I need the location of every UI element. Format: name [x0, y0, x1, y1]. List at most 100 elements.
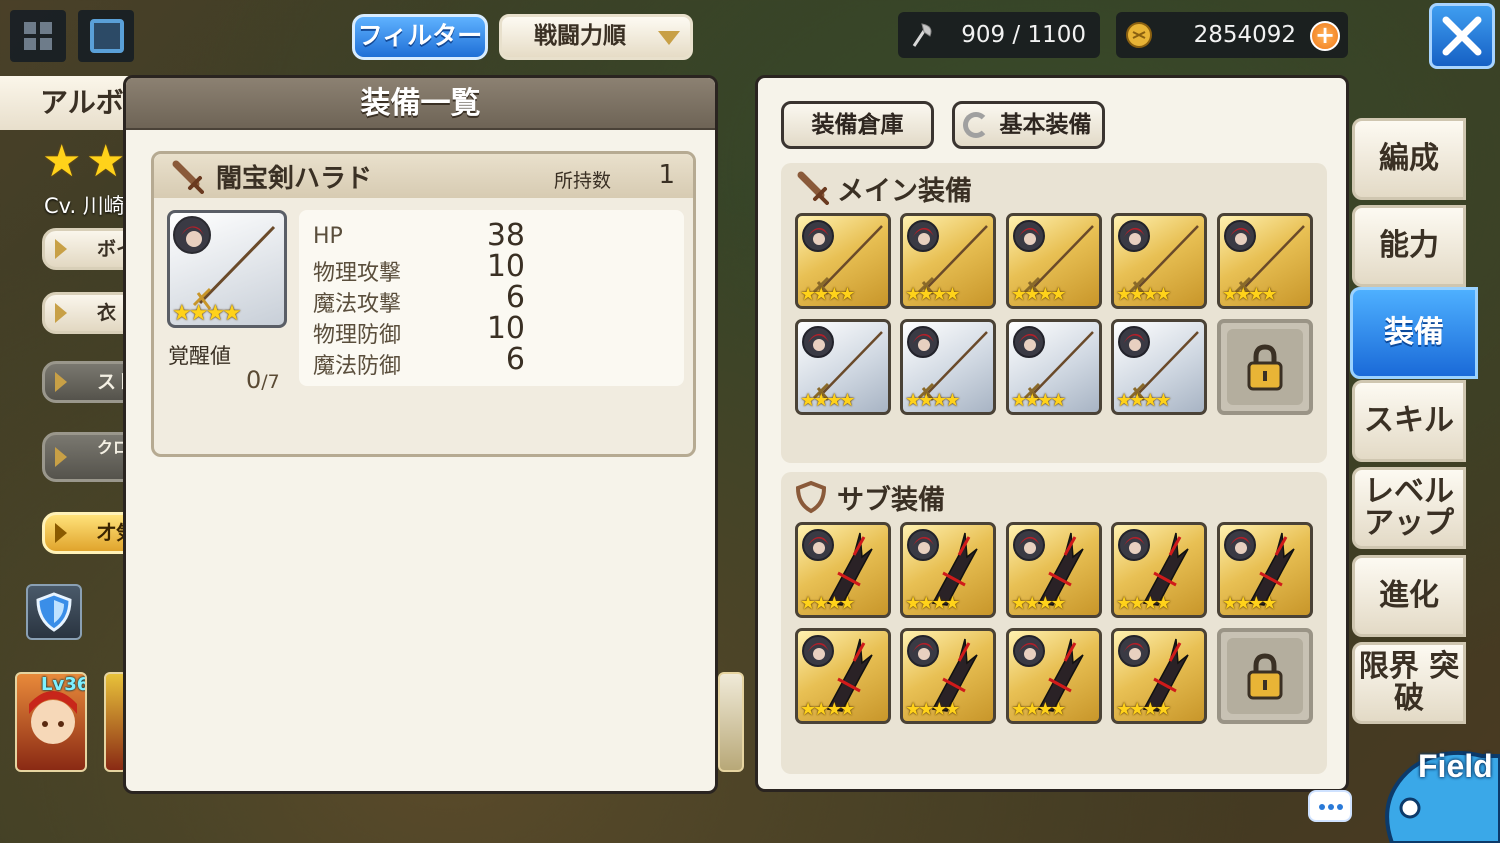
equipment-slot[interactable]: ★★★★ [1111, 319, 1207, 415]
equipment-slot[interactable]: ★★★★ [1006, 319, 1102, 415]
equipment-slots-panel: 装備倉庫 基本装備 メイン装備 ★★★★ ★★★★ ★★★★ ★★★★ ★★★★ ★★★★… [755, 75, 1349, 792]
tab-evolution[interactable]: 進化 [1352, 555, 1466, 637]
rarity-stars: ★★★★ [1222, 284, 1278, 305]
rarity-stars: ★★★★ [800, 593, 856, 614]
sort-dropdown[interactable]: 戦闘力順 [499, 14, 693, 60]
locked-slot[interactable] [1217, 628, 1313, 724]
character-portrait[interactable]: Lv36 [15, 672, 87, 772]
lock-icon [1247, 653, 1283, 700]
tab-skill[interactable]: スキル [1352, 380, 1466, 462]
character-name: アルボ [0, 76, 140, 130]
rarity-stars: ★★★★ [1116, 699, 1172, 720]
shield-icon [36, 592, 72, 632]
equipment-slot[interactable]: ★★★★ [1217, 522, 1313, 618]
rarity-star-icon: ★ [42, 136, 82, 187]
equipment-slot[interactable]: ★★★★ [1006, 628, 1102, 724]
main-equipment-title: メイン装備 [837, 176, 972, 207]
rarity-stars: ★★★★ [172, 301, 242, 326]
sword-icon [172, 160, 204, 194]
gold-display: 2854092 + [1116, 12, 1348, 58]
tab-ability[interactable]: 能力 [1352, 205, 1466, 287]
rarity-stars: ★★★★ [1116, 593, 1172, 614]
chat-button[interactable] [1308, 790, 1352, 822]
close-button[interactable] [1429, 3, 1495, 69]
character-portrait[interactable] [718, 672, 744, 772]
equipment-slot[interactable]: ★★★★ [795, 522, 891, 618]
tab-level-up[interactable]: レベル アップ [1352, 467, 1466, 549]
rarity-stars: ★★★★ [905, 593, 961, 614]
play-icon [55, 447, 67, 467]
rarity-star-icon: ★ [86, 136, 126, 187]
stat-row: 魔法防御 6 [313, 342, 525, 379]
rarity-stars: ★★★★ [1116, 284, 1172, 305]
stat-row: 物理防御 10 [313, 311, 525, 348]
sub-equipment-title: サブ装備 [837, 485, 945, 516]
axe-icon [912, 23, 932, 47]
item-card-header: 闇宝剣ハラド 所持数 1 [154, 154, 693, 198]
equipment-slot[interactable]: ★★★★ [1006, 522, 1102, 618]
rarity-stars: ★★★★ [1011, 390, 1067, 411]
list-view-icon[interactable] [78, 10, 134, 62]
field-button[interactable]: Field [1372, 738, 1500, 843]
tab-formation[interactable]: 編成 [1352, 118, 1466, 200]
equipment-slot[interactable]: ★★★★ [795, 213, 891, 309]
equipment-slot[interactable]: ★★★★ [1111, 628, 1207, 724]
close-icon [1442, 16, 1482, 56]
basic-equipment-button[interactable]: 基本装備 [952, 101, 1105, 149]
rarity-stars: ★★★★ [1222, 593, 1278, 614]
panel-title: 装備一覧 [126, 78, 715, 130]
rarity-stars: ★★★★ [1011, 284, 1067, 305]
rarity-stars: ★★★★ [1116, 390, 1172, 411]
stat-row: 物理攻撃 10 [313, 249, 525, 286]
locked-slot[interactable] [1217, 319, 1313, 415]
equipment-slot[interactable]: ★★★★ [795, 628, 891, 724]
item-detail-card: 闇宝剣ハラド 所持数 1 ★★★★ 覚醒値 0/7 HP 38 物理攻撃 10 魔法… [151, 151, 696, 457]
add-gold-button[interactable]: + [1310, 21, 1340, 51]
play-icon [55, 372, 67, 392]
shield-icon [795, 480, 827, 514]
play-icon [55, 239, 67, 259]
equipment-slot[interactable]: ★★★★ [1217, 213, 1313, 309]
play-icon [55, 303, 67, 323]
rarity-stars: ★★★★ [1011, 593, 1067, 614]
stamina-value: 909 / 1100 [961, 22, 1086, 48]
equipment-slot[interactable]: ★★★★ [1006, 213, 1102, 309]
stat-row: 魔法攻撃 6 [313, 280, 525, 317]
item-thumbnail[interactable]: ★★★★ [167, 210, 287, 328]
refresh-icon [963, 112, 989, 138]
equipment-slot[interactable]: ★★★★ [900, 319, 996, 415]
equipment-storage-button[interactable]: 装備倉庫 [781, 101, 934, 149]
item-name: 闇宝剣ハラド [216, 164, 373, 194]
shield-badge[interactable] [26, 584, 82, 640]
rarity-stars: ★★★★ [905, 284, 961, 305]
tab-limit-break[interactable]: 限界 突破 [1352, 642, 1466, 724]
owned-count: 1 [658, 160, 675, 190]
sort-label: 戦闘力順 [534, 23, 626, 49]
owned-label: 所持数 [554, 170, 612, 192]
field-label: Field [1418, 748, 1493, 784]
voice-actor-label: Cv. 川崎 [44, 194, 125, 218]
gold-coin-icon [1126, 22, 1152, 48]
equipment-slot[interactable]: ★★★★ [1111, 213, 1207, 309]
stat-row: HP 38 [313, 218, 525, 253]
grid-view-icon[interactable] [10, 10, 66, 62]
equipment-slot[interactable]: ★★★★ [1111, 522, 1207, 618]
equipment-slot[interactable]: ★★★★ [795, 319, 891, 415]
stamina-display: 909 / 1100 [898, 12, 1100, 58]
sword-icon [797, 171, 829, 205]
equipment-slot[interactable]: ★★★★ [900, 213, 996, 309]
rarity-stars: ★★★★ [800, 699, 856, 720]
rarity-stars: ★★★★ [1011, 699, 1067, 720]
rarity-stars: ★★★★ [905, 390, 961, 411]
lock-icon [1247, 344, 1283, 391]
stats-box: HP 38 物理攻撃 10 魔法攻撃 6 物理防御 10 魔法防御 6 [299, 210, 684, 386]
equipment-slot[interactable]: ★★★★ [900, 522, 996, 618]
chevron-down-icon [658, 31, 680, 45]
level-label: Lv36 [41, 674, 87, 695]
gold-value: 2854092 [1193, 22, 1296, 48]
equipment-slot[interactable]: ★★★★ [900, 628, 996, 724]
awaken-label: 覚醒値 [168, 344, 231, 368]
filter-button[interactable]: フィルター [352, 14, 488, 60]
awaken-value: 0/7 [246, 366, 280, 394]
tab-equipment[interactable]: 装備 [1350, 287, 1478, 379]
